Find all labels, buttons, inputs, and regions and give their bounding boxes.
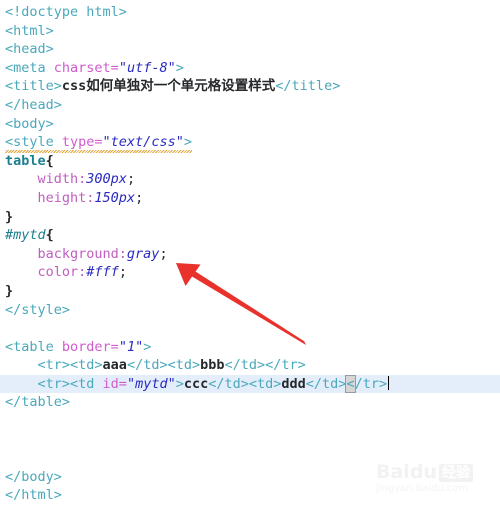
- code-line[interactable]: <head>: [0, 40, 500, 59]
- code-token-tag: <style: [5, 134, 62, 151]
- code-token-attr: charset=: [53, 59, 119, 76]
- code-token-tag: </head>: [5, 96, 62, 113]
- code-token-tag: <body>: [5, 115, 54, 132]
- code-token-txt: aaa: [102, 357, 127, 374]
- watermark-badge: 经验: [438, 463, 473, 482]
- code-line[interactable]: width:300px;: [0, 170, 500, 189]
- code-token-val: "text/css": [102, 134, 184, 151]
- code-token-punc: ;: [118, 264, 127, 281]
- code-line[interactable]: }: [0, 282, 500, 301]
- code-token-tag: <head>: [5, 41, 54, 58]
- code-token-attr: type=: [61, 134, 103, 151]
- code-token-tag: </td>: [305, 375, 347, 392]
- code-line[interactable]: <html>: [0, 22, 500, 41]
- code-line[interactable]: [0, 431, 500, 450]
- code-token-prop: color:: [37, 264, 87, 281]
- code-editor[interactable]: <!doctype html> <html> <head> <meta charset…: [0, 0, 500, 506]
- text-caret: [388, 375, 390, 390]
- code-line[interactable]: </table>: [0, 393, 500, 412]
- code-token-brace: }: [5, 282, 14, 299]
- code-token-tag: <table: [5, 338, 62, 355]
- code-token-tag: </body>: [5, 468, 62, 485]
- code-line[interactable]: <tr><td id="mytd">ccc</td><td>ddd</td></…: [0, 374, 500, 394]
- code-token-tag: </html>: [5, 487, 62, 504]
- code-token-tag: >: [175, 375, 184, 392]
- code-token-tag: </table>: [5, 394, 71, 411]
- syntax-warning-underline: <style type="text/css">: [5, 133, 192, 153]
- code-token-prop: height:: [37, 189, 95, 206]
- code-token-txt: css如何单独对一个单元格设置样式: [61, 78, 276, 95]
- code-token-val: "mytd": [126, 375, 176, 392]
- code-token-tag: </title>: [275, 78, 341, 95]
- code-token-cval: gray: [126, 245, 160, 262]
- code-line[interactable]: <table border="1">: [0, 338, 500, 357]
- code-token-tag: </style>: [5, 301, 71, 318]
- code-token-tag: /tr>: [354, 375, 388, 392]
- code-line[interactable]: <!doctype html>: [0, 3, 500, 22]
- code-token-txt: ddd: [281, 375, 306, 392]
- code-line[interactable]: <style type="text/css">: [0, 133, 500, 153]
- code-line[interactable]: background:gray;: [0, 245, 500, 264]
- code-token-selid: #mytd: [5, 227, 46, 244]
- code-token-tag: </td><td>: [208, 375, 282, 392]
- code-token-prop: background:: [37, 245, 127, 262]
- code-token-val: "1": [118, 338, 144, 355]
- code-token-punc: ;: [135, 189, 144, 206]
- code-token-tag: </td><td>: [126, 357, 201, 374]
- code-token-tag: <meta: [5, 59, 54, 76]
- code-token-punc: ;: [126, 171, 136, 188]
- code-token-brace: {: [45, 227, 54, 244]
- code-token-tag: <html>: [5, 22, 54, 39]
- code-line[interactable]: height:150px;: [0, 189, 500, 208]
- code-line[interactable]: <title>css如何单独对一个单元格设置样式</title>: [0, 77, 500, 96]
- code-token-txt: ccc: [183, 375, 209, 392]
- code-area[interactable]: <!doctype html> <html> <head> <meta charset…: [0, 0, 500, 505]
- bracket-match-highlight: <: [345, 374, 356, 393]
- code-line[interactable]: table{: [0, 152, 500, 171]
- watermark-brand: Baidu: [376, 461, 437, 483]
- code-line[interactable]: [0, 319, 500, 338]
- code-token-punc: ;: [159, 245, 168, 262]
- code-token-cval: 300px: [86, 171, 127, 188]
- code-token-txt: bbb: [200, 357, 225, 374]
- code-token-attr: id=: [102, 375, 127, 392]
- code-token-cval: 150px: [94, 189, 136, 206]
- code-token-tag: </td></tr>: [224, 357, 306, 374]
- code-token-cval: #fff: [86, 264, 119, 281]
- code-line[interactable]: <tr><td>aaa</td><td>bbb</td></tr>: [0, 356, 500, 375]
- code-token-tag: <title>: [5, 78, 62, 95]
- code-line[interactable]: color:#fff;: [0, 263, 500, 282]
- code-token-tag: >: [175, 59, 184, 76]
- code-token-tag: <!doctype html>: [5, 4, 127, 20]
- code-line[interactable]: [0, 412, 500, 431]
- code-token-brace: }: [5, 208, 14, 225]
- code-token-tag: >: [143, 338, 152, 355]
- code-token-brace: {: [45, 152, 54, 169]
- code-line[interactable]: #mytd{: [0, 226, 500, 245]
- baidu-watermark: Baidu 经验 jingyan.baidu.com: [376, 462, 494, 496]
- watermark-url: jingyan.baidu.com: [376, 483, 469, 494]
- code-line[interactable]: </style>: [0, 301, 500, 320]
- code-token-prop: width:: [37, 171, 87, 188]
- code-token-tag: <tr><td>: [37, 357, 103, 374]
- code-token-sel: table: [5, 152, 46, 169]
- code-token-attr: border=: [61, 338, 119, 355]
- code-line[interactable]: }: [0, 208, 500, 227]
- code-token-tag: <tr><td: [37, 375, 103, 392]
- code-line[interactable]: <meta charset="utf-8">: [0, 59, 500, 78]
- code-token-val: "utf-8": [118, 59, 176, 76]
- watermark-logo: Baidu 经验: [376, 462, 494, 483]
- code-line[interactable]: </head>: [0, 96, 500, 115]
- code-token-tag: >: [183, 134, 192, 151]
- code-line[interactable]: <body>: [0, 115, 500, 134]
